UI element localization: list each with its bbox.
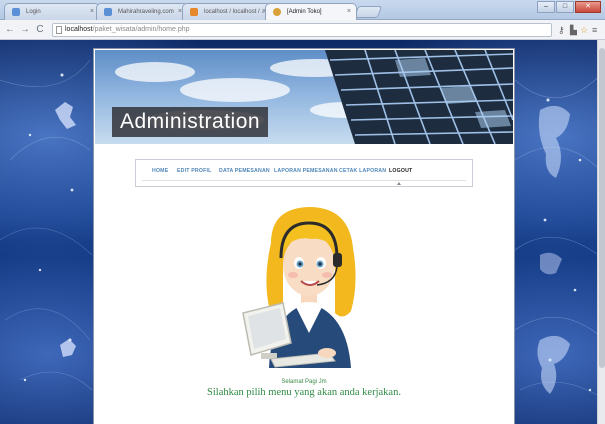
new-tab-button[interactable]	[353, 6, 383, 18]
url-host: localhost	[65, 26, 93, 33]
browser-chrome: Login × Mahirahraveling.com × localhost …	[0, 0, 605, 40]
translate-icon[interactable]: ▙	[570, 23, 577, 37]
address-bar[interactable]: localhost/paket_wisata/admin/home.php	[52, 23, 552, 37]
maximize-button[interactable]: □	[556, 1, 574, 13]
main-navigation: HOME EDIT PROFIL DATA PEMESANAN LAPORAN …	[135, 159, 473, 187]
close-tab-icon[interactable]: ×	[90, 4, 94, 20]
user-favicon-icon	[273, 8, 281, 16]
close-tab-icon[interactable]: ×	[347, 4, 351, 20]
menu-icon[interactable]: ≡	[592, 23, 597, 37]
tab-admin-toko[interactable]: [Admin Toko] ×	[265, 3, 357, 20]
page-scrollbar[interactable]	[597, 40, 605, 424]
banner-title: Administration	[112, 107, 269, 137]
tab-strip: Login × Mahirahraveling.com × localhost …	[0, 0, 605, 20]
phpmyadmin-favicon-icon	[190, 8, 198, 16]
tab-phpmyadmin[interactable]: localhost / localhost / ... ×	[182, 3, 272, 20]
scrollbar-thumb[interactable]	[599, 48, 605, 368]
admin-banner: Administration	[95, 50, 513, 144]
url-path: /paket_wisata/admin/home.php	[92, 26, 190, 33]
menu-edit-profil[interactable]: EDIT PROFIL	[177, 168, 211, 174]
tab-label: [Admin Toko]	[287, 9, 322, 15]
page-favicon-icon	[12, 8, 20, 16]
tab-mahirahraveling[interactable]: Mahirahraveling.com ×	[96, 3, 188, 20]
tab-label: Login	[26, 9, 41, 15]
admin-content-panel: Administration HOME EDIT PROFIL DATA PEM…	[93, 48, 515, 424]
customer-support-illustration	[242, 207, 356, 368]
cursor-marker	[397, 182, 401, 185]
page-favicon-icon	[104, 8, 112, 16]
forward-arrow-icon[interactable]: →	[19, 23, 31, 37]
greeting-text: Selamat Pagi Jm	[281, 379, 327, 385]
tab-label: Mahirahraveling.com	[118, 9, 174, 15]
back-arrow-icon[interactable]: ←	[4, 23, 16, 37]
minimize-button[interactable]: –	[537, 1, 555, 13]
menu-logout[interactable]: LOGOUT	[389, 168, 412, 174]
menu-cetak-laporan[interactable]: CETAK LAPORAN	[339, 168, 386, 174]
key-icon[interactable]: ⚷	[558, 23, 565, 37]
menu-laporan-pemesanan[interactable]: LAPORAN PEMESANAN	[274, 168, 338, 174]
reload-icon[interactable]: C	[34, 23, 46, 37]
window-controls: – □ ✕	[537, 1, 601, 13]
close-window-button[interactable]: ✕	[575, 1, 601, 13]
instruction-text: Silahkan pilih menu yang akan anda kerja…	[207, 387, 401, 398]
menu-home[interactable]: HOME	[152, 168, 168, 174]
page-icon	[56, 26, 62, 34]
star-icon[interactable]: ☆	[580, 23, 588, 37]
menu-divider	[142, 180, 466, 181]
tab-login[interactable]: Login ×	[4, 3, 100, 20]
page-viewport: Administration HOME EDIT PROFIL DATA PEM…	[0, 40, 605, 424]
menu-data-pemesanan[interactable]: DATA PEMESANAN	[219, 168, 270, 174]
tab-label: localhost / localhost / ...	[204, 9, 267, 15]
browser-toolbar: ← → C localhost/paket_wisata/admin/home.…	[0, 20, 605, 40]
